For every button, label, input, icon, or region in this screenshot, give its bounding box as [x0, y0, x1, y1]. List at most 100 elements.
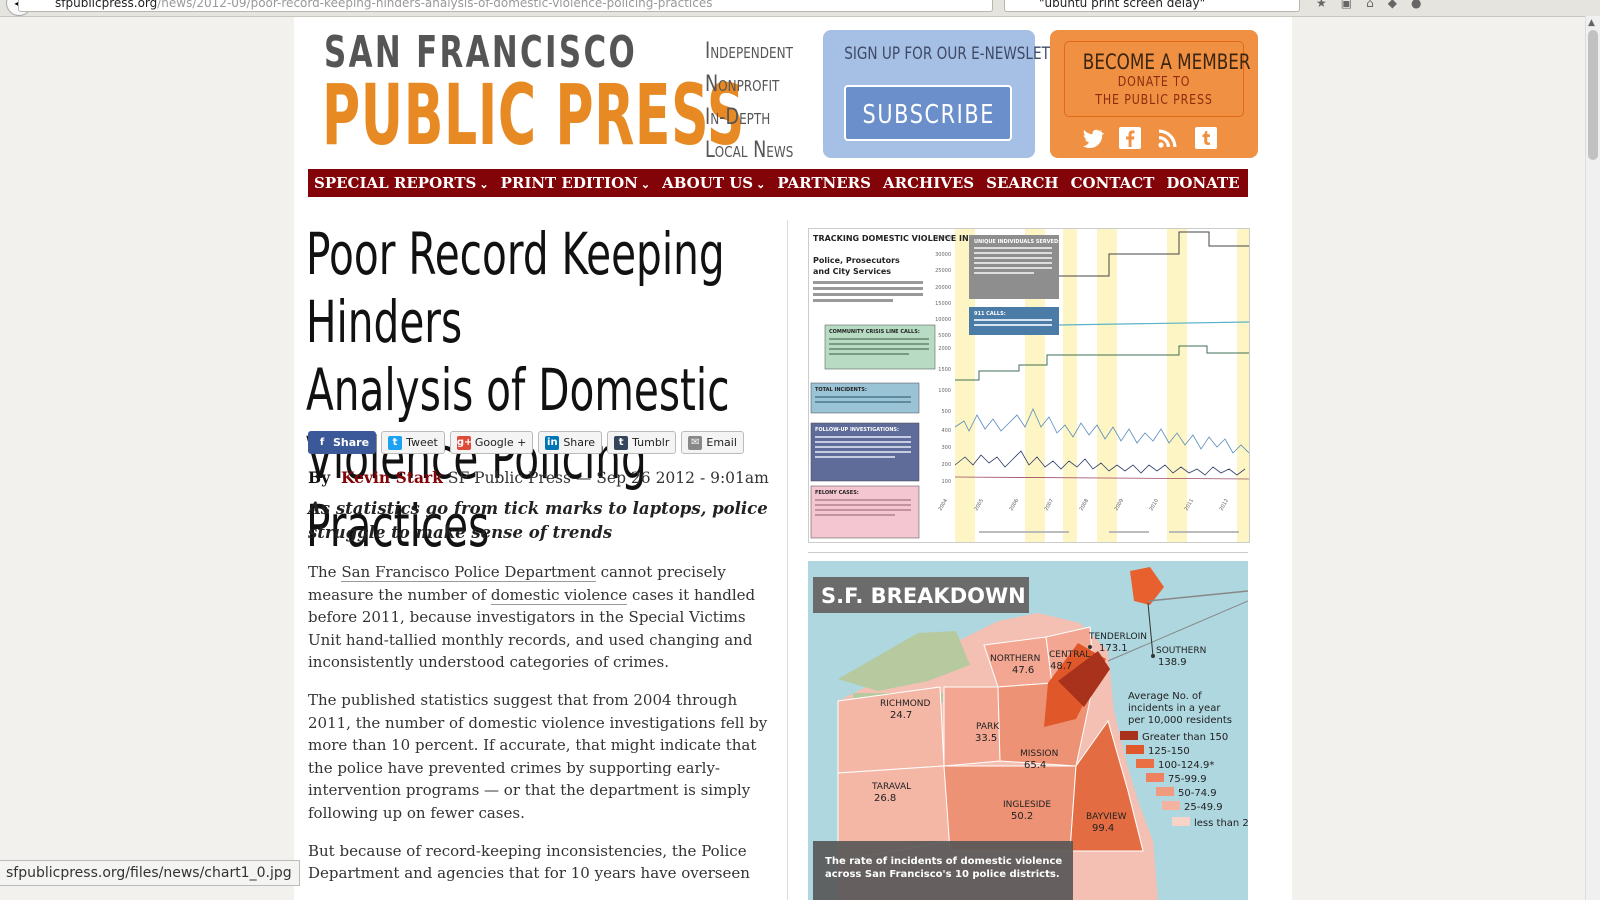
share-button-2[interactable]: g+ Google +	[449, 431, 534, 454]
nav-item-partners[interactable]: PARTNERS	[777, 174, 871, 192]
svg-text:2005: 2005	[974, 498, 986, 512]
map-caption: across San Francisco's 10 police distric…	[825, 869, 1060, 880]
legend-label: Greater than 150	[1142, 732, 1228, 743]
svg-text:911 CALLS:: 911 CALLS:	[974, 311, 1006, 317]
legend-label: 125-150	[1148, 746, 1190, 757]
district-label: RICHMOND	[880, 699, 931, 709]
svg-text:2006: 2006	[1009, 498, 1021, 512]
svg-text:30000: 30000	[935, 252, 951, 258]
svg-text:20000: 20000	[935, 285, 951, 291]
svg-text:FOLLOW-UP INVESTIGATIONS:: FOLLOW-UP INVESTIGATIONS:	[815, 427, 899, 433]
share-label: Share	[563, 436, 596, 449]
twitter-icon[interactable]	[1080, 126, 1105, 150]
share-label: Email	[706, 436, 737, 449]
rss-icon[interactable]	[1156, 126, 1180, 150]
share-label: Tweet	[406, 436, 438, 449]
chart-title: TRACKING DOMESTIC VIOLENCE IN SF:	[813, 234, 985, 243]
tagline-line: Nonprofit	[705, 72, 780, 97]
sf-breakdown-map-image[interactable]: S.F. BREAKDOWN TENDERLOIN 173.1 SOUTHERN…	[808, 561, 1248, 900]
svg-text:2007: 2007	[1044, 498, 1056, 512]
svg-text:TOTAL INCIDENTS:: TOTAL INCIDENTS:	[815, 387, 867, 393]
author-link[interactable]: Kevin Stark	[341, 468, 443, 487]
nav-label: ARCHIVES	[882, 174, 975, 192]
nav-item-search[interactable]: SEARCH	[986, 174, 1058, 192]
figure-divider	[808, 552, 1248, 553]
nav-label: PARTNERS	[777, 174, 871, 192]
share-icon: g+	[456, 435, 473, 450]
legend-label: 75-99.9	[1168, 774, 1207, 785]
svg-text:1000: 1000	[938, 388, 951, 394]
tagline-line: In-Depth	[705, 105, 771, 130]
newsletter-title: SIGN UP FOR OUR E-NEWSLETTER	[844, 44, 1077, 64]
subscribe-label: SUBSCRIBE	[862, 100, 996, 130]
headline-line: Poor Record Keeping Hinders	[306, 220, 725, 356]
district-value: 173.1	[1099, 643, 1128, 654]
page-scrollbar[interactable]: ▲	[1585, 16, 1600, 900]
legend-label: less than 25	[1194, 818, 1248, 829]
svg-text:1500: 1500	[938, 367, 951, 373]
district-label: PARK	[976, 722, 1000, 732]
share-button-5[interactable]: ✉ Email	[681, 431, 744, 454]
browser-toolbar: ◀ sfpublicpress.org/news/2012-09/poor-re…	[0, 0, 1600, 17]
paragraph: The published statistics suggest that fr…	[308, 690, 768, 822]
map-graphic: S.F. BREAKDOWN TENDERLOIN 173.1 SOUTHERN…	[813, 567, 1248, 900]
share-button-4[interactable]: t Tumblr	[607, 431, 677, 454]
chevron-down-icon: ⌄	[756, 178, 766, 191]
svg-text:300: 300	[941, 445, 951, 451]
sfpd-link[interactable]: San Francisco Police Department	[341, 563, 596, 582]
legend-title: per 10,000 residents	[1128, 715, 1232, 726]
nav-item-contact[interactable]: CONTACT	[1071, 174, 1155, 192]
scroll-thumb[interactable]	[1588, 30, 1598, 160]
tagline-line: Independent	[705, 39, 793, 64]
share-icon: in	[545, 435, 560, 450]
svg-text:2012: 2012	[1219, 498, 1231, 512]
legend-title: Average No. of	[1128, 691, 1202, 702]
social-links	[1080, 126, 1218, 150]
nav-item-about-us[interactable]: ABOUT US ⌄	[662, 174, 765, 192]
member-title: BECOME A MEMBER	[1082, 50, 1251, 74]
nav-label: PRINT EDITION	[500, 174, 638, 192]
svg-text:500: 500	[941, 409, 951, 415]
nav-item-donate[interactable]: DONATE	[1166, 174, 1239, 192]
domestic-violence-link[interactable]: domestic violence	[490, 585, 628, 605]
site-tagline: Independent Nonprofit In-Depth Local New…	[705, 35, 793, 167]
facebook-icon[interactable]	[1118, 126, 1142, 150]
tumblr-icon[interactable]	[1194, 126, 1218, 150]
chart-subtitle: Police, Prosecutors	[813, 256, 900, 265]
svg-text:2004: 2004	[938, 498, 950, 512]
nav-item-special-reports[interactable]: SPECIAL REPORTS ⌄	[314, 174, 489, 192]
svg-text:5000: 5000	[938, 333, 951, 339]
chart-subtitle: and City Services	[813, 267, 891, 276]
share-icon: f	[315, 435, 329, 450]
browser-search-input[interactable]: "ubuntu print screen delay"	[1004, 0, 1300, 12]
address-bar[interactable]: sfpublicpress.org/news/2012-09/poor-reco…	[18, 0, 993, 12]
svg-text:25000: 25000	[935, 268, 951, 274]
share-button-0[interactable]: f Share	[308, 431, 377, 454]
nav-label: DONATE	[1166, 174, 1240, 192]
browser-toolbar-icons[interactable]: ★▣⌂◆●	[1316, 0, 1435, 10]
become-member-button[interactable]: BECOME A MEMBER DONATE TO THE PUBLIC PRE…	[1064, 41, 1251, 117]
nav-item-archives[interactable]: ARCHIVES	[883, 174, 974, 192]
scroll-up-icon[interactable]: ▲	[1588, 18, 1595, 28]
nav-item-print-edition[interactable]: PRINT EDITION ⌄	[501, 174, 651, 192]
url-host: sfpublicpress.org	[55, 0, 158, 10]
svg-text:2010: 2010	[1149, 498, 1161, 512]
district-label: CENTRAL	[1049, 650, 1090, 660]
domestic-violence-chart-image[interactable]: TRACKING DOMESTIC VIOLENCE IN SF: Police…	[808, 228, 1250, 543]
chevron-down-icon: ⌄	[640, 178, 651, 191]
svg-text:200: 200	[941, 462, 951, 468]
chart-graphic: TRACKING DOMESTIC VIOLENCE IN SF: Police…	[810, 229, 1249, 542]
main-nav: SPECIAL REPORTS ⌄ PRINT EDITION ⌄ ABOUT US ⌄ P…	[308, 169, 1248, 197]
logo-public-press[interactable]: PUBLIC PRESS	[322, 73, 745, 157]
svg-text:400: 400	[941, 428, 951, 434]
district-value: 138.9	[1158, 657, 1187, 668]
district-value: 48.7	[1050, 661, 1072, 672]
svg-text:2000: 2000	[938, 346, 951, 352]
search-text: "ubuntu print screen delay"	[1039, 0, 1206, 10]
share-button-1[interactable]: t Tweet	[381, 431, 445, 454]
subscribe-button[interactable]: SUBSCRIBE	[844, 85, 1012, 141]
svg-text:COMMUNITY CRISIS LINE CALLS:: COMMUNITY CRISIS LINE CALLS:	[829, 329, 920, 335]
svg-text:10000: 10000	[935, 317, 951, 323]
district-value: 65.4	[1024, 760, 1046, 771]
share-button-3[interactable]: in Share	[538, 431, 603, 454]
